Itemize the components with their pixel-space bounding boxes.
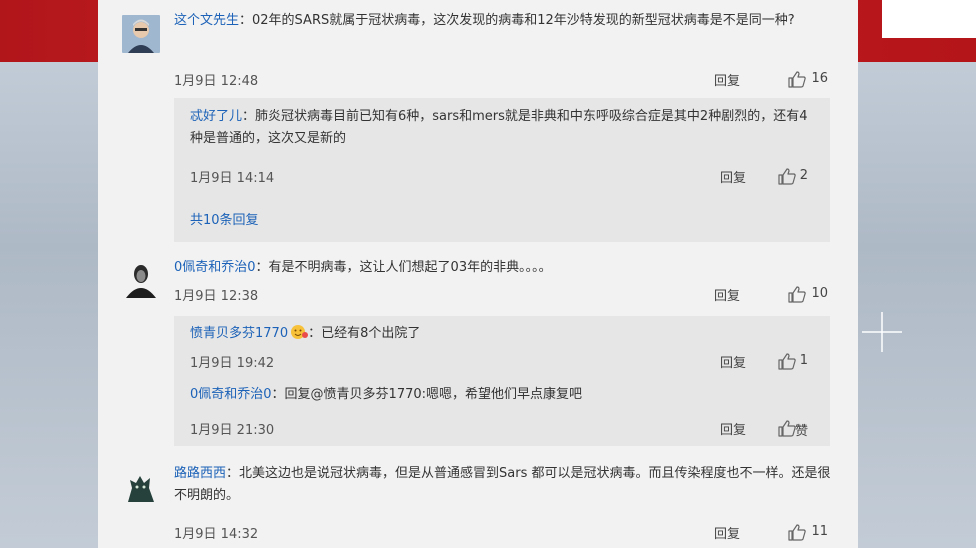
sparkle-decoration	[862, 312, 902, 352]
reply-thread: 愤青贝多芬1770 ：已经有8个出院了 1月9日 19:42 回复 1 0佩奇和乔…	[174, 316, 830, 446]
comment-panel: 这个文先生：02年的SARS就属于冠状病毒，这次发现的病毒和12年沙特发现的新型…	[98, 0, 858, 548]
reply-meta: 1月9日 19:42 回复 1	[190, 352, 820, 372]
header-corner-box	[882, 0, 976, 38]
like-count: 10	[811, 286, 828, 301]
reply-button[interactable]: 回复	[714, 285, 740, 304]
reply-meta: 1月9日 14:14 回复 2	[190, 167, 820, 187]
username-link[interactable]: 0佩奇和乔治0	[190, 387, 272, 402]
like-count: 11	[811, 524, 828, 539]
reply-text: 忒好了儿：肺炎冠状病毒目前已知有6种，sars和mers就是非典和中东呼吸综合症…	[190, 106, 820, 150]
reply-text: 愤青贝多芬1770 ：已经有8个出院了	[190, 323, 820, 345]
like-count: 1	[799, 353, 808, 368]
avatar[interactable]	[122, 260, 160, 298]
reply-text: 0佩奇和乔治0：回复@愤青贝多芬1770:嗯嗯，希望他们早点康复吧	[190, 384, 820, 406]
reply-body: ：肺炎冠状病毒目前已知有6种，sars和mers就是非典和中东呼吸综合症是其中2…	[190, 109, 808, 146]
username-link[interactable]: 这个文先生	[174, 13, 239, 28]
timestamp: 1月9日 21:30	[190, 423, 275, 438]
comment-meta: 1月9日 12:38 回复 10	[174, 285, 834, 305]
reply-meta: 1月9日 21:30 回复 赞	[190, 419, 820, 439]
username-link[interactable]: 路路西西	[174, 466, 226, 481]
reply-body: ：已经有8个出院了	[308, 326, 421, 341]
like-button[interactable]: 16	[772, 70, 834, 90]
comment-body: ：北美这边也是说冠状病毒，但是从普通感冒到Sars 都可以是冠状病毒。而且传染程…	[174, 466, 831, 503]
timestamp: 1月9日 14:14	[190, 171, 275, 186]
emoji-icon	[290, 324, 309, 340]
reply-button[interactable]: 回复	[714, 70, 740, 89]
like-button[interactable]: 10	[772, 285, 834, 305]
avatar[interactable]	[122, 468, 160, 506]
reply-thread: 忒好了儿：肺炎冠状病毒目前已知有6种，sars和mers就是非典和中东呼吸综合症…	[174, 98, 830, 242]
timestamp: 1月9日 19:42	[190, 356, 275, 371]
comment-body: ：有是不明病毒，这让人们想起了03年的非典。。。。	[255, 260, 552, 275]
like-button[interactable]: 赞	[760, 419, 820, 439]
thumbs-up-icon	[778, 420, 796, 437]
username-link[interactable]: 愤青贝多芬1770	[190, 326, 288, 341]
thumbs-up-icon	[788, 524, 806, 541]
thumbs-up-icon	[788, 71, 806, 88]
reply-button[interactable]: 回复	[720, 167, 746, 186]
timestamp: 1月9日 12:38	[174, 289, 259, 304]
comment-text: 这个文先生：02年的SARS就属于冠状病毒，这次发现的病毒和12年沙特发现的新型…	[174, 10, 834, 32]
username-link[interactable]: 0佩奇和乔治0	[174, 260, 256, 275]
timestamp: 1月9日 14:32	[174, 527, 259, 542]
thumbs-up-icon	[778, 353, 796, 370]
comment-meta: 1月9日 12:48 回复 16	[174, 70, 834, 90]
like-count: 16	[811, 71, 828, 86]
comment-body: ：02年的SARS就属于冠状病毒，这次发现的病毒和12年沙特发现的新型冠状病毒是…	[239, 13, 795, 28]
like-count: 2	[799, 168, 808, 183]
reply-button[interactable]: 回复	[714, 523, 740, 542]
avatar[interactable]	[122, 15, 160, 53]
like-button[interactable]: 2	[760, 167, 820, 187]
thumbs-up-icon	[778, 168, 796, 185]
like-button[interactable]: 11	[772, 523, 834, 543]
comment-meta: 1月9日 14:32 回复 11	[174, 523, 834, 543]
reply-button[interactable]: 回复	[720, 419, 746, 438]
like-count: 赞	[794, 424, 808, 439]
comment-text: 路路西西：北美这边也是说冠状病毒，但是从普通感冒到Sars 都可以是冠状病毒。而…	[174, 463, 834, 507]
comment-text: 0佩奇和乔治0：有是不明病毒，这让人们想起了03年的非典。。。。	[174, 257, 834, 279]
more-replies-link[interactable]: 共10条回复	[190, 209, 259, 228]
like-button[interactable]: 1	[760, 352, 820, 372]
reply-button[interactable]: 回复	[720, 352, 746, 371]
thumbs-up-icon	[788, 286, 806, 303]
reply-body: ：回复@愤青贝多芬1770:嗯嗯，希望他们早点康复吧	[271, 387, 583, 402]
timestamp: 1月9日 12:48	[174, 74, 259, 89]
username-link[interactable]: 忒好了儿	[190, 109, 242, 124]
